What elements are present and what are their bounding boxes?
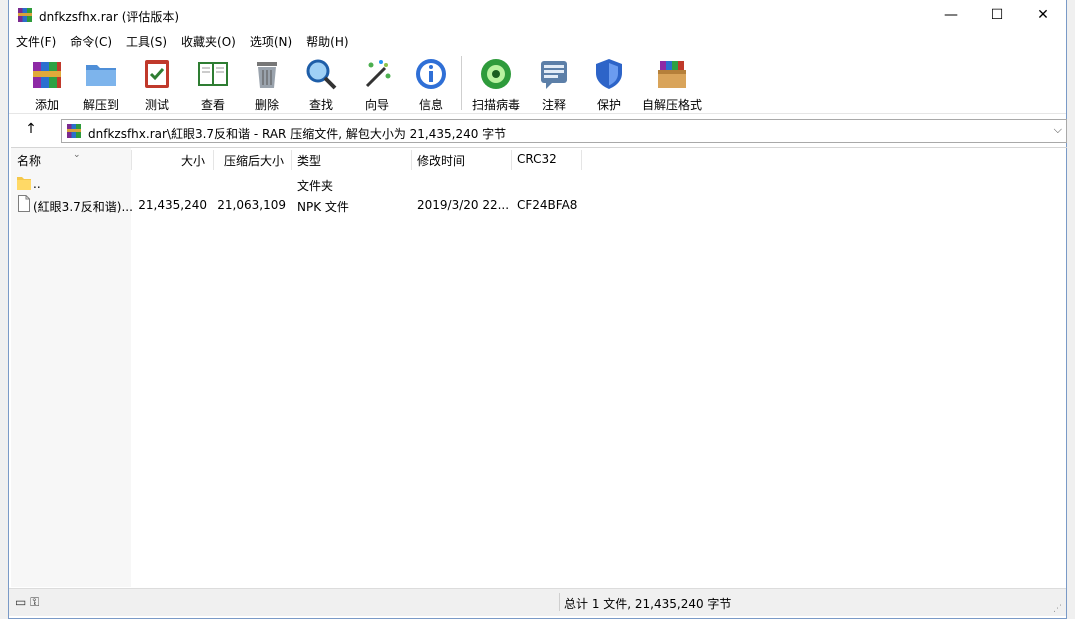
- column-divider[interactable]: [291, 150, 292, 170]
- status-separator: [559, 593, 560, 611]
- book-view-icon: [198, 62, 228, 86]
- virus-scan-icon: [481, 59, 511, 89]
- menu-file[interactable]: 文件(F): [9, 30, 63, 50]
- column-header-crc32[interactable]: CRC32: [517, 152, 557, 166]
- add-archive-icon: [33, 62, 61, 88]
- winrar-window: dnfkzsfhx.rar (评估版本) — ☐ ✕ 文件(F) 命令(C) 工…: [8, 0, 1067, 619]
- archive-path-text: dnfkzsfhx.rar\紅眼3.7反和谐 - RAR 压缩文件, 解包大小为…: [88, 127, 507, 141]
- minimize-button[interactable]: —: [928, 0, 974, 30]
- status-summary: 总计 1 文件, 21,435,240 字节: [564, 597, 732, 611]
- column-header-modified[interactable]: 修改时间: [417, 152, 465, 169]
- close-button[interactable]: ✕: [1020, 0, 1066, 30]
- sort-caret-icon: ⌄: [73, 150, 81, 160]
- desktop-edge-left: [0, 0, 8, 619]
- test-button[interactable]: 测试: [129, 54, 185, 112]
- find-label: 查找: [308, 98, 333, 112]
- wizard-button[interactable]: 向导: [349, 54, 405, 112]
- up-level-button[interactable]: ↑: [19, 121, 43, 141]
- clipboard-check-icon: [145, 60, 169, 88]
- comment-icon: [541, 61, 567, 89]
- menu-help[interactable]: 帮助(H): [299, 30, 355, 50]
- folder-icon: [17, 177, 31, 190]
- find-button[interactable]: 查找: [293, 54, 349, 112]
- row-size: 21,435,240: [138, 198, 207, 212]
- comment-button[interactable]: 注释: [526, 54, 582, 112]
- delete-label: 删除: [254, 98, 279, 112]
- menu-tools[interactable]: 工具(S): [119, 30, 174, 50]
- table-row[interactable]: .. 文件夹: [11, 174, 611, 194]
- delete-button[interactable]: 删除: [239, 54, 295, 112]
- winrar-app-icon: [18, 8, 32, 22]
- scan-virus-button[interactable]: 扫描病毒: [468, 54, 524, 112]
- view-label: 查看: [200, 98, 225, 112]
- column-divider[interactable]: [511, 150, 512, 170]
- column-header-size[interactable]: 大小: [181, 152, 205, 169]
- column-header-name[interactable]: 名称 ⌄: [17, 150, 81, 169]
- file-icon: [18, 195, 30, 212]
- magnifier-icon: [306, 59, 337, 90]
- chevron-down-icon[interactable]: ⌵: [1054, 123, 1062, 137]
- protect-button[interactable]: 保护: [581, 54, 637, 112]
- add-button[interactable]: 添加: [19, 54, 75, 112]
- folder-extract-icon: [86, 65, 116, 86]
- view-button[interactable]: 查看: [185, 54, 241, 112]
- row-name: (紅眼3.7反和谐)...: [33, 200, 133, 214]
- info-label: 信息: [418, 98, 443, 112]
- file-list: 名称 ⌄ 大小 压缩后大小 类型 修改时间 CRC32 .. 文件夹 (紅眼3.…: [11, 147, 1067, 587]
- window-title: dnfkzsfhx.rar (评估版本): [39, 10, 180, 24]
- trash-icon: [257, 62, 277, 88]
- column-divider[interactable]: [411, 150, 412, 170]
- scan-virus-label: 扫描病毒: [471, 98, 520, 112]
- protect-label: 保护: [596, 98, 621, 112]
- add-label: 添加: [34, 98, 59, 112]
- menu-favorites[interactable]: 收藏夹(O): [174, 30, 243, 50]
- row-type: 文件夹: [297, 179, 334, 193]
- wizard-label: 向导: [364, 98, 389, 112]
- column-header-packed[interactable]: 压缩后大小: [224, 152, 284, 169]
- address-bar: ↑ dnfkzsfhx.rar\紅眼3.7反和谐 - RAR 压缩文件, 解包大…: [9, 116, 1067, 146]
- sfx-button[interactable]: 自解压格式: [637, 54, 707, 112]
- self-extract-box-icon: [658, 61, 686, 88]
- sfx-label: 自解压格式: [641, 98, 702, 112]
- extract-button[interactable]: 解压到: [73, 54, 129, 112]
- toolbar-separator: [461, 56, 462, 110]
- row-modified: 2019/3/20 22...: [417, 198, 510, 212]
- desktop-edge-right: [1067, 0, 1075, 619]
- info-icon: [416, 59, 446, 89]
- column-header-type[interactable]: 类型: [297, 152, 321, 169]
- rar-archive-icon: [67, 124, 81, 138]
- toolbar: 添加 解压到 测试 查看 删除 查找 向导 信息 扫描病毒 注释 保护 自解压格…: [9, 52, 1066, 114]
- column-divider[interactable]: [213, 150, 214, 170]
- info-button[interactable]: 信息: [403, 54, 459, 112]
- column-divider[interactable]: [581, 150, 582, 170]
- row-crc32: CF24BFA8: [517, 198, 578, 212]
- shield-icon: [596, 59, 622, 89]
- row-type: NPK 文件: [297, 200, 349, 214]
- test-label: 测试: [144, 98, 169, 112]
- drive-key-icon[interactable]: ▭ ⚿: [15, 595, 39, 610]
- magic-wand-icon: [365, 60, 391, 88]
- comment-label: 注释: [541, 98, 566, 112]
- row-name: ..: [33, 177, 41, 191]
- extract-label: 解压到: [82, 98, 119, 112]
- table-row[interactable]: (紅眼3.7反和谐)... 21,435,240 21,063,109 NPK …: [11, 195, 611, 215]
- maximize-button[interactable]: ☐: [974, 0, 1020, 30]
- menu-bar: 文件(F) 命令(C) 工具(S) 收藏夹(O) 选项(N) 帮助(H): [9, 30, 1066, 50]
- path-combobox[interactable]: dnfkzsfhx.rar\紅眼3.7反和谐 - RAR 压缩文件, 解包大小为…: [61, 119, 1067, 143]
- menu-options[interactable]: 选项(N): [243, 30, 299, 50]
- menu-commands[interactable]: 命令(C): [63, 30, 119, 50]
- row-packed-size: 21,063,109: [217, 198, 286, 212]
- status-bar: ▭ ⚿ 总计 1 文件, 21,435,240 字节 ⋰: [9, 588, 1066, 616]
- title-bar[interactable]: dnfkzsfhx.rar (评估版本) — ☐ ✕: [9, 0, 1066, 30]
- resize-grip-icon[interactable]: ⋰: [1053, 604, 1062, 614]
- column-divider[interactable]: [131, 150, 132, 170]
